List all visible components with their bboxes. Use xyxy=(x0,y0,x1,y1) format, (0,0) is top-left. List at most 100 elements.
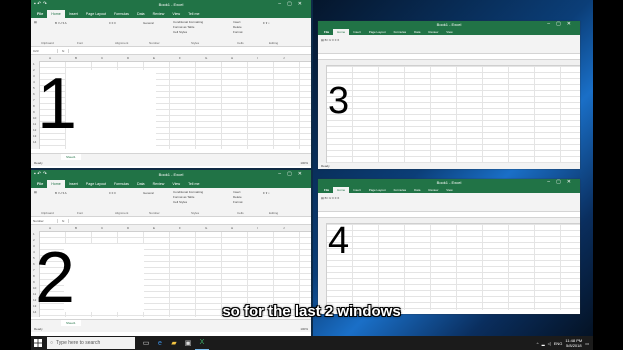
font-controls[interactable]: B I U ▾ A xyxy=(55,21,67,25)
tab-insert[interactable]: Insert xyxy=(65,180,82,188)
insert-cells-button[interactable]: Insert xyxy=(233,190,241,194)
tab-formulas[interactable]: Formulas xyxy=(110,180,133,188)
excel-window-4[interactable]: Book1 - Excel –▢✕ File Home Insert Page … xyxy=(318,179,580,314)
editing-controls[interactable]: Σ ▾ ⌕ xyxy=(263,21,270,25)
window-controls[interactable]: –▢✕ xyxy=(278,0,308,9)
group-styles: Styles xyxy=(191,41,200,45)
formula-bar[interactable]: C23 fx xyxy=(31,47,311,55)
status-bar: Ready 100% xyxy=(31,160,311,166)
tab-data[interactable]: Data xyxy=(133,10,149,18)
alignment-controls[interactable]: ≡ ≡ ≡ xyxy=(109,191,116,195)
excel-window-3[interactable]: Book1 - Excel –▢✕ File Home Insert Page … xyxy=(318,21,580,169)
tab-review[interactable]: Review xyxy=(149,10,169,18)
delete-cells-button[interactable]: Delete xyxy=(233,25,242,29)
title-bar[interactable]: ▪ ↶ ↷ Book1 - Excel –▢✕ xyxy=(31,170,311,179)
format-as-table-button[interactable]: Format as Table xyxy=(173,25,194,29)
clock-date: 5/8/2018 xyxy=(566,343,582,348)
delete-cells-button[interactable]: Delete xyxy=(233,195,242,199)
tab-formulas[interactable]: Formulas xyxy=(110,10,133,18)
language-indicator[interactable]: ENG xyxy=(554,341,563,346)
fx-icon[interactable]: fx xyxy=(58,218,70,223)
editing-controls[interactable]: Σ ▾ ⌕ xyxy=(263,191,270,195)
tab-tell-me[interactable]: Tell me xyxy=(184,180,203,188)
window-title: Book1 - Excel xyxy=(158,2,184,7)
edge-icon[interactable]: e xyxy=(153,336,167,350)
fx-icon[interactable]: fx xyxy=(58,48,70,53)
tab-review[interactable]: Review xyxy=(149,180,169,188)
tab-file[interactable]: File xyxy=(33,180,47,188)
name-box[interactable]: Number xyxy=(31,218,58,223)
status-bar: Ready xyxy=(318,163,580,169)
zoom-level[interactable]: 100% xyxy=(300,160,308,166)
sheet-tab-bar: Sheet1 xyxy=(31,153,311,161)
zoom-level[interactable]: 100% xyxy=(300,326,308,332)
ribbon: ▤ B I U ▾ A ≡ ≡ ≡ General Conditional Fo… xyxy=(31,188,311,217)
name-box[interactable]: C23 xyxy=(31,48,58,53)
folder-icon[interactable]: ▰ xyxy=(167,336,181,350)
paste-button[interactable]: ▤ xyxy=(34,20,37,24)
ribbon-controls[interactable]: ▤ B I U ≡ ≡ Σ xyxy=(321,38,339,42)
group-cells: Cells xyxy=(237,41,244,45)
window-number-4: 4 xyxy=(328,220,350,262)
group-number: Number xyxy=(149,211,160,215)
title-bar[interactable]: Book1 - Excel –▢✕ xyxy=(318,21,580,28)
column-headers xyxy=(318,218,580,224)
title-bar[interactable]: Book1 - Excel –▢✕ xyxy=(318,179,580,186)
format-cells-button[interactable]: Format xyxy=(233,30,243,34)
column-headers: AB CD EF GH IJ xyxy=(31,225,311,232)
volume-icon[interactable]: ◁ xyxy=(548,341,551,346)
group-cells: Cells xyxy=(237,211,244,215)
worksheet-grid[interactable] xyxy=(318,60,580,164)
window-controls[interactable]: –▢✕ xyxy=(547,179,577,186)
format-as-table-button[interactable]: Format as Table xyxy=(173,195,194,199)
row-headers xyxy=(318,65,327,164)
window-title: Book1 - Excel xyxy=(436,22,462,27)
group-font: Font xyxy=(77,41,84,45)
tab-data[interactable]: Data xyxy=(133,180,149,188)
store-icon[interactable]: ▣ xyxy=(181,336,195,350)
tab-view[interactable]: View xyxy=(168,180,184,188)
ribbon: ▤ B I U ≡ ≡ Σ xyxy=(318,35,580,54)
excel-icon[interactable]: X xyxy=(195,336,209,350)
tab-home[interactable]: Home xyxy=(47,10,65,18)
conditional-formatting-button[interactable]: Conditional Formatting xyxy=(173,20,203,24)
cell-styles-button[interactable]: Cell Styles xyxy=(173,200,187,204)
worksheet-grid[interactable] xyxy=(318,218,580,310)
tab-tell-me[interactable]: Tell me xyxy=(184,10,203,18)
cell-styles-button[interactable]: Cell Styles xyxy=(173,30,187,34)
tab-insert[interactable]: Insert xyxy=(65,10,82,18)
row-headers xyxy=(318,223,327,310)
ribbon-tabs: File Home Insert Page Layout Formulas Da… xyxy=(31,9,311,18)
format-cells-button[interactable]: Format xyxy=(233,200,243,204)
label-box-1 xyxy=(66,70,156,150)
formula-bar[interactable]: Number fx xyxy=(31,217,311,225)
status-ready: Ready xyxy=(34,161,43,165)
taskbar: ○ Type here to search ▭ e ▰ ▣ X ^ ▂ ◁ EN… xyxy=(31,336,593,350)
number-format[interactable]: General xyxy=(143,21,154,25)
group-font: Font xyxy=(77,211,84,215)
window-controls[interactable]: –▢✕ xyxy=(547,21,577,28)
notifications-icon[interactable]: ▭ xyxy=(585,341,589,346)
conditional-formatting-button[interactable]: Conditional Formatting xyxy=(173,190,203,194)
font-controls[interactable]: B I U ▾ A xyxy=(55,191,67,195)
windows-logo-icon[interactable] xyxy=(31,336,45,350)
task-view-icon[interactable]: ▭ xyxy=(139,336,153,350)
paste-button[interactable]: ▤ xyxy=(34,190,37,194)
alignment-controls[interactable]: ≡ ≡ ≡ xyxy=(109,21,116,25)
chevron-up-icon[interactable]: ^ xyxy=(537,341,539,346)
number-format[interactable]: General xyxy=(143,191,154,195)
tab-home[interactable]: Home xyxy=(47,180,65,188)
insert-cells-button[interactable]: Insert xyxy=(233,20,241,24)
tab-page-layout[interactable]: Page Layout xyxy=(82,180,110,188)
taskbar-search-box[interactable]: ○ Type here to search xyxy=(47,337,135,349)
tab-view[interactable]: View xyxy=(168,10,184,18)
tab-page-layout[interactable]: Page Layout xyxy=(82,10,110,18)
clock[interactable]: 11:48 PM 5/8/2018 xyxy=(565,338,582,348)
window-controls[interactable]: –▢✕ xyxy=(278,170,308,179)
column-headers: AB CD EF GH IJ xyxy=(31,55,311,62)
ribbon-controls[interactable]: ▤ B I U ≡ ≡ Σ xyxy=(321,196,339,200)
network-icon[interactable]: ▂ xyxy=(542,341,545,346)
tab-file[interactable]: File xyxy=(33,10,47,18)
label-box-2 xyxy=(64,244,144,312)
title-bar[interactable]: ▪ ↶ ↷ Book1 - Excel –▢✕ xyxy=(31,0,311,9)
